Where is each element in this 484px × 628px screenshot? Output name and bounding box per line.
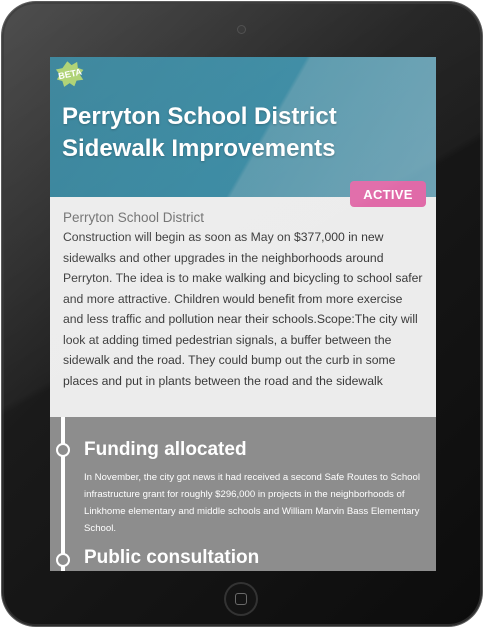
project-title: Perryton School District Sidewalk Improv… bbox=[62, 103, 337, 162]
project-description: Construction will begin as soon as May o… bbox=[63, 230, 423, 388]
screen: BETA Perryton School District Sidewalk I… bbox=[50, 57, 436, 571]
district-name: Perryton School District bbox=[63, 210, 205, 225]
camera-icon bbox=[238, 26, 245, 33]
beta-label: BETA bbox=[57, 66, 83, 82]
project-header: BETA Perryton School District Sidewalk I… bbox=[50, 57, 436, 207]
tablet-frame: BETA Perryton School District Sidewalk I… bbox=[2, 2, 482, 626]
status-badge: ACTIVE bbox=[350, 181, 426, 207]
timeline-dot bbox=[56, 553, 70, 567]
home-button[interactable] bbox=[224, 582, 258, 616]
timeline-line bbox=[61, 417, 65, 571]
timeline-event-text: In November, the city got news it had re… bbox=[84, 472, 420, 534]
project-body: Perryton School District Construction wi… bbox=[50, 197, 436, 430]
timeline-event-title: Funding allocated bbox=[84, 439, 247, 460]
home-icon bbox=[235, 593, 247, 605]
beta-badge: BETA bbox=[50, 57, 91, 92]
timeline-dot bbox=[56, 443, 70, 457]
timeline: Funding allocated In November, the city … bbox=[50, 417, 436, 571]
timeline-event-title: Public consultation bbox=[84, 547, 260, 568]
